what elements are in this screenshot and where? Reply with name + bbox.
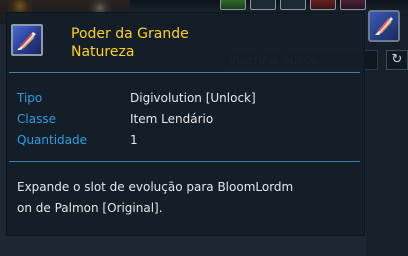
quick-slot-bar xyxy=(220,0,366,12)
quick-slot[interactable] xyxy=(250,0,276,10)
refresh-icon: ↻ xyxy=(391,52,403,67)
refresh-button[interactable]: ↻ xyxy=(386,50,408,70)
feather-wing-icon xyxy=(375,17,393,35)
property-row: Quantidade 1 xyxy=(17,131,347,152)
quick-slot[interactable] xyxy=(340,0,366,10)
property-key: Tipo xyxy=(17,91,43,105)
item-properties: Tipo Digivolution [Unlock] Classe Item L… xyxy=(17,89,347,152)
property-value: 1 xyxy=(130,133,138,147)
property-key: Classe xyxy=(17,112,56,126)
inventory-slot-selected[interactable] xyxy=(368,10,400,42)
property-value: Item Lendário xyxy=(130,112,214,126)
property-row: Tipo Digivolution [Unlock] xyxy=(17,89,347,110)
inventory-panel xyxy=(366,12,408,256)
divider xyxy=(9,161,360,162)
property-key: Quantidade xyxy=(17,133,88,147)
feather-wing-icon xyxy=(17,32,36,50)
property-value: Digivolution [Unlock] xyxy=(130,91,256,105)
description-line: Expande o slot de evolução para BloomLor… xyxy=(17,180,294,194)
item-description: Expande o slot de evolução para BloomLor… xyxy=(17,177,317,219)
divider xyxy=(9,72,360,73)
item-icon-frame xyxy=(11,24,43,56)
quick-slot[interactable] xyxy=(310,0,336,10)
item-tooltip: Poder da Grande Natureza Tipo Digivoluti… xyxy=(6,12,365,236)
description-line: on de Palmon [Original]. xyxy=(17,201,163,215)
quick-slot[interactable] xyxy=(280,0,306,10)
item-title-line: Poder da Grande xyxy=(71,26,189,42)
quick-slot[interactable] xyxy=(220,0,246,10)
item-title-line: Natureza xyxy=(71,44,135,60)
item-title: Poder da Grande Natureza xyxy=(71,25,221,61)
property-row: Classe Item Lendário xyxy=(17,110,347,131)
